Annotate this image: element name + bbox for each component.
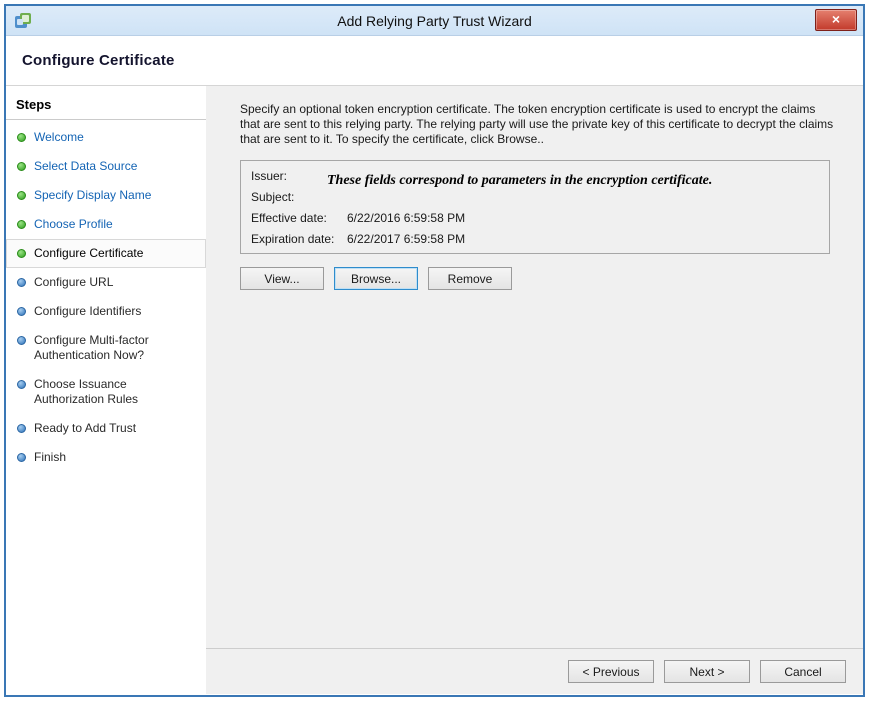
step-done-icon (17, 162, 26, 171)
page-title: Configure Certificate (22, 52, 175, 69)
cert-field-label: Effective date: (251, 211, 347, 226)
close-button[interactable]: × (815, 9, 857, 31)
sidebar-step-specify-display-name[interactable]: Specify Display Name (6, 181, 206, 210)
steps-sidebar: Steps Welcome Select Data Source Specify… (6, 86, 206, 694)
step-done-icon (17, 191, 26, 200)
step-label: Finish (34, 450, 66, 465)
app-icon (14, 12, 32, 30)
sidebar-step-finish: Finish (6, 443, 206, 472)
sidebar-step-choose-profile[interactable]: Choose Profile (6, 210, 206, 239)
sidebar-step-configure-url: Configure URL (6, 268, 206, 297)
next-button[interactable]: Next > (664, 660, 750, 683)
step-current-icon (17, 249, 26, 258)
step-label: Configure Multi-factor Authentication No… (34, 333, 186, 363)
titlebar[interactable]: Add Relying Party Trust Wizard × (6, 6, 863, 36)
step-todo-icon (17, 336, 26, 345)
browse-button[interactable]: Browse... (334, 267, 418, 290)
wizard-window: Add Relying Party Trust Wizard × Configu… (4, 4, 865, 697)
sidebar-step-choose-issuance-rules: Choose Issuance Authorization Rules (6, 370, 206, 414)
sidebar-step-welcome[interactable]: Welcome (6, 123, 206, 152)
cert-field-expiration-date: Expiration date: 6/22/2017 6:59:58 PM (251, 232, 819, 247)
wizard-footer: < Previous Next > Cancel (206, 648, 863, 694)
step-todo-icon (17, 278, 26, 287)
step-todo-icon (17, 307, 26, 316)
page-header: Configure Certificate (6, 36, 863, 86)
main-panel: Specify an optional token encryption cer… (206, 86, 863, 694)
previous-button[interactable]: < Previous (568, 660, 654, 683)
cancel-button[interactable]: Cancel (760, 660, 846, 683)
remove-button[interactable]: Remove (428, 267, 512, 290)
step-label: Configure URL (34, 275, 113, 290)
step-label: Configure Certificate (34, 246, 143, 261)
cert-field-value: 6/22/2016 6:59:58 PM (347, 211, 465, 226)
view-button[interactable]: View... (240, 267, 324, 290)
sidebar-step-select-data-source[interactable]: Select Data Source (6, 152, 206, 181)
step-todo-icon (17, 424, 26, 433)
cert-field-label: Subject: (251, 190, 347, 205)
sidebar-step-configure-certificate: Configure Certificate (6, 239, 206, 268)
step-label: Choose Profile (34, 217, 113, 232)
certificate-details-box: Issuer: Subject: Effective date: 6/22/20… (240, 160, 830, 254)
step-label: Select Data Source (34, 159, 137, 174)
step-todo-icon (17, 380, 26, 389)
sidebar-step-configure-mfa: Configure Multi-factor Authentication No… (6, 326, 206, 370)
instructions-text: Specify an optional token encryption cer… (240, 102, 834, 147)
step-label: Configure Identifiers (34, 304, 141, 319)
steps-title: Steps (6, 94, 206, 120)
step-label: Specify Display Name (34, 188, 151, 203)
step-done-icon (17, 133, 26, 142)
cert-field-value: 6/22/2017 6:59:58 PM (347, 232, 465, 247)
cert-field-label: Expiration date: (251, 232, 347, 247)
sidebar-step-configure-identifiers: Configure Identifiers (6, 297, 206, 326)
step-label: Choose Issuance Authorization Rules (34, 377, 186, 407)
step-done-icon (17, 220, 26, 229)
certificate-actions: View... Browse... Remove (240, 267, 839, 290)
sidebar-step-ready-to-add-trust: Ready to Add Trust (6, 414, 206, 443)
step-label: Ready to Add Trust (34, 421, 136, 436)
annotation-note: These fields correspond to parameters in… (327, 173, 712, 189)
cert-field-effective-date: Effective date: 6/22/2016 6:59:58 PM (251, 211, 819, 226)
step-label: Welcome (34, 130, 84, 145)
step-todo-icon (17, 453, 26, 462)
cert-field-subject: Subject: (251, 190, 819, 205)
window-title: Add Relying Party Trust Wizard (6, 13, 863, 29)
